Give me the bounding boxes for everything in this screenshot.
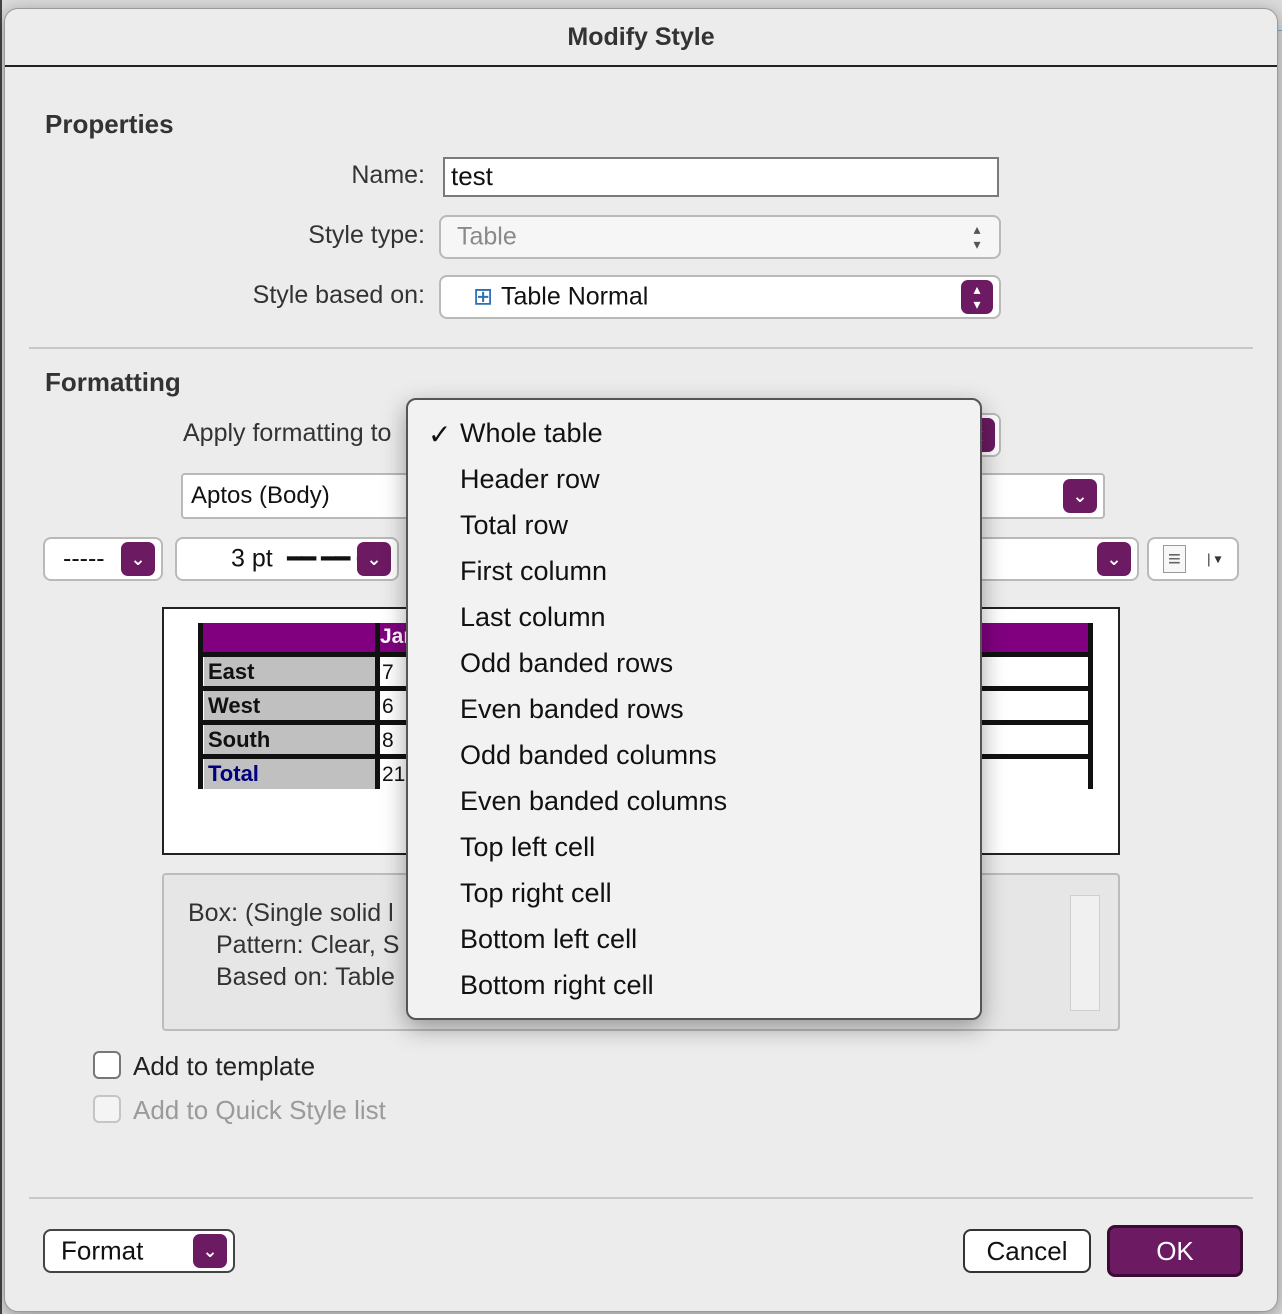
menu-item-top-right-cell[interactable]: Top right cell [408,872,980,918]
menu-item-first-column[interactable]: First column [408,550,980,596]
preview-cell: 6 [382,695,394,718]
border-width-popup[interactable]: 3 pt ━━ ━━ · ⌄ [175,537,399,581]
add-to-quick-style-checkbox [93,1095,121,1123]
menu-item-bottom-right-cell[interactable]: Bottom right cell [408,964,980,1010]
apply-formatting-menu: ✓ Whole table Header row Total row First… [406,398,982,1020]
preview-cell: 7 [382,661,394,684]
properties-heading: Properties [45,109,174,139]
menu-item-odd-banded-columns[interactable]: Odd banded columns [408,734,980,780]
name-field[interactable]: test [443,157,999,197]
stepper-icon: ▴▾ [973,221,981,252]
checkmark-icon: ✓ [428,419,452,450]
chevron-down-icon: ⌄ [1063,479,1097,513]
preview-cell: 8 [382,729,394,752]
chevron-down-icon: ⌄ [357,542,391,576]
style-type-popup[interactable]: Table ▴ ▾ [439,215,1001,259]
preview-border [198,623,203,789]
cancel-button[interactable]: Cancel [963,1229,1091,1273]
menu-item-odd-banded-rows[interactable]: Odd banded rows [408,642,980,688]
add-to-template-label[interactable]: Add to template [133,1051,315,1082]
background-edge [0,0,2,1314]
menu-item-even-banded-columns[interactable]: Even banded columns [408,780,980,826]
description-scrollbar[interactable] [1070,895,1100,1011]
menu-item-bottom-left-cell[interactable]: Bottom left cell [408,918,980,964]
style-based-on-label: Style based on: [252,281,425,309]
chevron-down-icon: ⌄ [1097,542,1131,576]
add-to-quick-style-label: Add to Quick Style list [133,1095,386,1125]
menu-item-header-row[interactable]: Header row [408,458,980,504]
description-line: Pattern: Clear, S [216,931,400,959]
border-style-value: ----- [63,544,105,573]
style-based-on-value: Table Normal [501,282,649,311]
formatting-heading: Formatting [45,367,181,397]
format-menu-button[interactable]: Format ⌄ [43,1229,235,1273]
alignment-popup[interactable]: ≡ | ▾ [1147,537,1239,581]
apply-formatting-label: Apply formatting to [183,419,392,447]
background-line [1278,30,1282,31]
table-icon: ⊞ [473,283,494,311]
description-line: Based on: Table [216,963,395,991]
border-width-value: 3 pt [231,544,273,573]
footer-divider [29,1197,1253,1199]
menu-item-total-row[interactable]: Total row [408,504,980,550]
border-style-popup[interactable]: ----- ⌄ [43,537,163,581]
style-type-value: Table [457,222,517,251]
preview-row-label: East [204,657,376,687]
chevron-down-icon: ⌄ [121,542,155,576]
format-label: Format [61,1235,144,1266]
font-value: Aptos (Body) [191,482,330,509]
preview-row-label: West [204,691,376,721]
preview-border [1088,623,1093,789]
preview-row-label: South [204,725,376,755]
chevron-down-icon: ⌄ [193,1234,227,1268]
chevron-down-icon: | ▾ [1207,550,1222,567]
menu-item-even-banded-rows[interactable]: Even banded rows [408,688,980,734]
title-bar: Modify Style [5,9,1277,67]
dialog-title: Modify Style [567,23,715,51]
preview-cell: 21 [382,763,406,786]
menu-item-last-column[interactable]: Last column [408,596,980,642]
style-type-label: Style type: [308,221,425,249]
ok-button[interactable]: OK [1107,1225,1243,1277]
align-left-icon: ≡ [1163,545,1186,573]
dash-line-icon: ━━ ━━ · [287,545,363,573]
menu-item-top-left-cell[interactable]: Top left cell [408,826,980,872]
preview-border [375,623,380,789]
menu-item-whole-table[interactable]: ✓ Whole table [408,412,980,458]
style-based-on-popup[interactable]: ⊞ Table Normal ▴ ▾ [439,275,1001,319]
description-line: Box: (Single solid l [188,899,394,927]
name-label: Name: [351,161,425,189]
section-divider [29,347,1253,349]
preview-total-label: Total [204,759,376,789]
stepper-icon: ▴▾ [961,280,993,314]
add-to-template-checkbox[interactable] [93,1051,121,1079]
